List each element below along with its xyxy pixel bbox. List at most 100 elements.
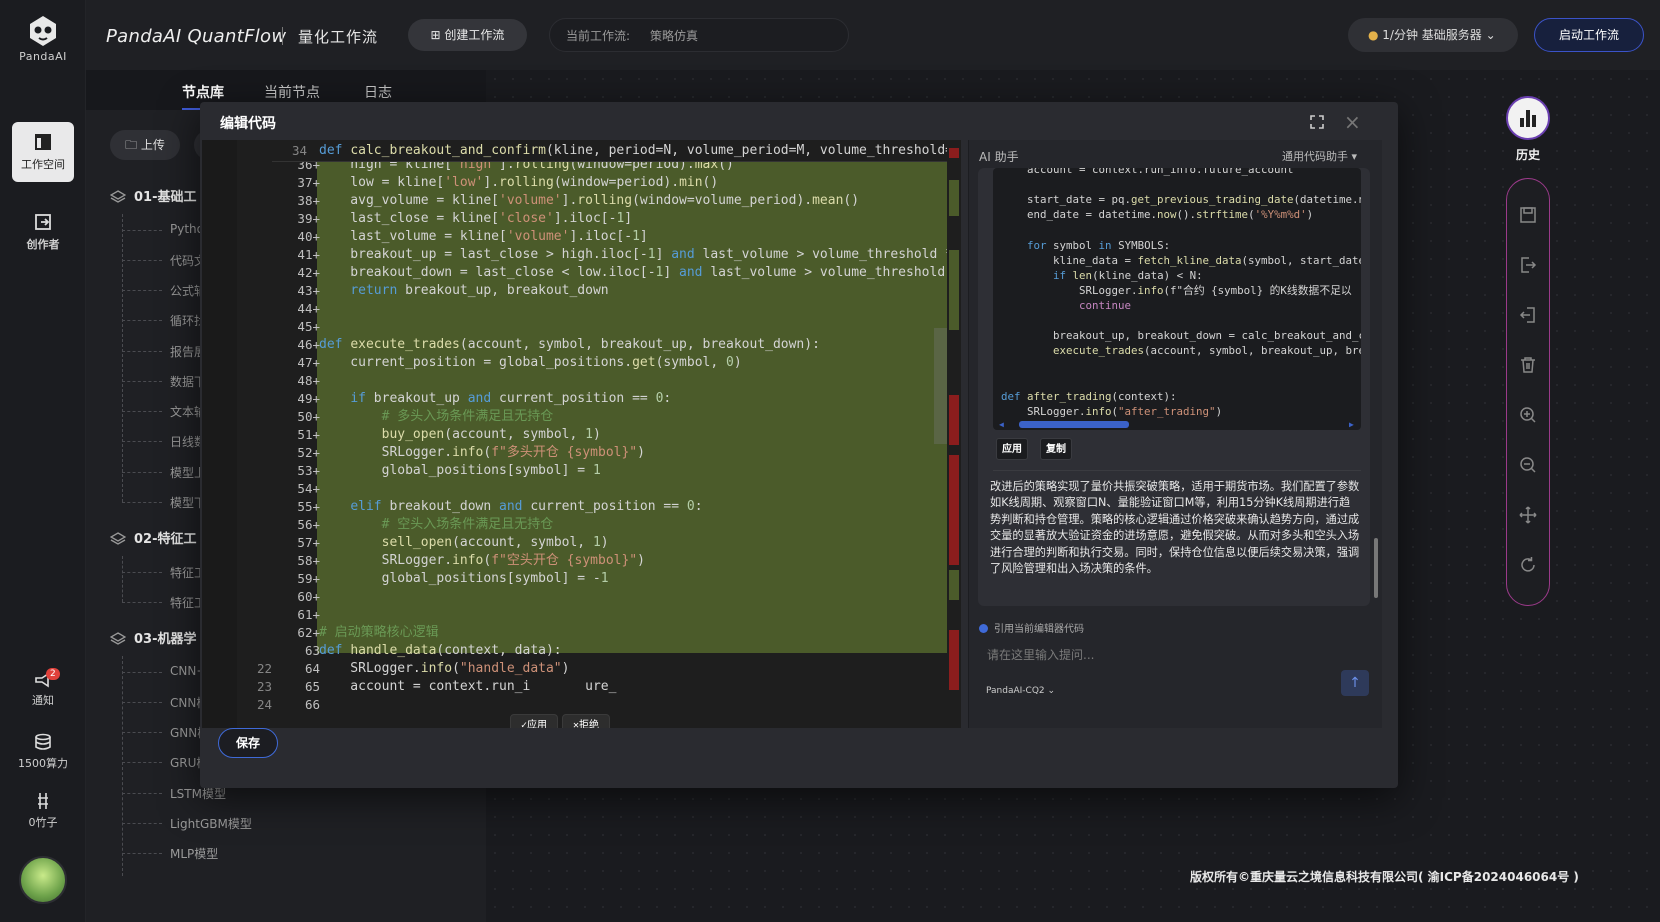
create-workflow-button[interactable]: ⊞ 创建工作流: [408, 19, 527, 51]
tree-leaf[interactable]: 报告展: [122, 343, 206, 360]
start-workflow-button[interactable]: 启动工作流: [1534, 18, 1644, 52]
nav-bamboo[interactable]: 0竹子: [12, 792, 74, 830]
plus-square-icon: ⊞: [430, 28, 445, 42]
tree-leaf[interactable]: CNN模: [122, 694, 208, 711]
history-button[interactable]: [1506, 96, 1550, 140]
upload-label: 上传: [140, 138, 165, 152]
tree-leaf[interactable]: 数据下: [122, 373, 206, 390]
ai-apply-button[interactable]: 应用: [996, 438, 1028, 460]
line-number: 59+: [297, 571, 320, 586]
code-line: current_position = global_positions.get(…: [319, 355, 742, 370]
zoom-out-icon[interactable]: [1519, 456, 1537, 474]
app-subtitle: 量化工作流: [298, 28, 379, 46]
line-number-original: 34: [291, 143, 307, 158]
nav-compute[interactable]: 1500算力: [12, 733, 74, 771]
tree-leaf[interactable]: 特征工: [122, 564, 206, 581]
title-divider: [282, 27, 283, 45]
notify-badge: 2: [46, 668, 60, 680]
tree-leaf[interactable]: 公式辅: [122, 282, 206, 299]
ai-explanation: 改进后的策略实现了量价共振突破策略，适用于期货市场。我们配置了参数如K线周期、观…: [990, 480, 1360, 576]
line-number: 42+: [297, 265, 320, 280]
line-number: 47+: [297, 355, 320, 370]
editor-minimap[interactable]: [947, 140, 961, 728]
database-icon: [35, 733, 51, 750]
line-number-original: 23: [256, 679, 272, 694]
tab-node-library[interactable]: 节点库: [182, 82, 224, 110]
minimap-mark: [949, 455, 959, 565]
code-line: SRLogger.info(f"多头开仓 {symbol}"): [319, 445, 645, 460]
save-button[interactable]: 保存: [218, 728, 278, 758]
ai-mode-label: 通用代码助手: [1282, 150, 1348, 163]
minimap-mark: [949, 250, 959, 330]
ai-question-input[interactable]: 请在这里输入提问...: [987, 646, 1094, 663]
line-number: 57+: [297, 535, 320, 550]
refresh-icon[interactable]: [1519, 556, 1537, 574]
ai-mode-select[interactable]: 通用代码助手 ▾: [1282, 148, 1357, 164]
delete-icon[interactable]: [1519, 356, 1537, 374]
user-avatar[interactable]: [19, 856, 67, 904]
nav-workspace[interactable]: 工作空间: [12, 122, 74, 182]
ai-code-line: kline_data = fetch_kline_data(symbol, st…: [1001, 253, 1361, 267]
tab-log[interactable]: 日志: [364, 82, 392, 102]
tree-leaf[interactable]: 文本输: [122, 403, 206, 420]
line-number: 38+: [297, 193, 320, 208]
code-line: def execute_trades(account, symbol, brea…: [319, 337, 820, 352]
fullscreen-icon[interactable]: [1310, 114, 1324, 133]
category-label: 02-特征工: [134, 532, 197, 547]
scroll-thumb[interactable]: [1374, 538, 1378, 598]
code-line: # 启动策略核心逻辑: [319, 625, 439, 640]
ai-code-block[interactable]: account = context.run_info.future_accoun…: [993, 168, 1361, 430]
tree-leaf[interactable]: 代码文: [122, 252, 206, 269]
line-number: 63: [304, 643, 320, 658]
code-line: return breakout_up, breakout_down: [350, 283, 609, 298]
category-basic-tools[interactable]: 01-基础工: [109, 186, 197, 205]
tree-leaf[interactable]: 日线数: [122, 433, 206, 450]
move-icon[interactable]: [1519, 506, 1537, 524]
import-icon[interactable]: [1519, 306, 1537, 324]
server-select[interactable]: ● 1/分钟 基础服务器 ⌄: [1348, 18, 1518, 52]
ai-code-line: SRLogger.info("after_trading"): [1001, 404, 1223, 418]
nav-bamboo-label: 0竹子: [28, 816, 58, 829]
tree-leaf[interactable]: 特征工: [122, 594, 206, 611]
upload-button[interactable]: 🗀 上传: [110, 130, 180, 160]
export-icon[interactable]: [1519, 256, 1537, 274]
tree-leaf[interactable]: LightGBM模型: [122, 815, 252, 832]
send-button[interactable]: ↑: [1341, 670, 1369, 696]
ai-scrollbar[interactable]: [1373, 168, 1379, 606]
tab-current-node[interactable]: 当前节点: [264, 82, 320, 102]
category-feature-engineering[interactable]: 02-特征工: [109, 528, 197, 547]
close-icon[interactable]: ×: [1344, 112, 1361, 132]
editor-vertical-scrollbar[interactable]: [934, 328, 947, 444]
nav-creator[interactable]: 创作者: [12, 212, 74, 252]
tree-leaf[interactable]: 模型下: [122, 494, 206, 511]
diff-actions: ✓应用 ✕拒绝: [510, 713, 614, 728]
diff-accept-button[interactable]: ✓应用: [510, 714, 559, 728]
line-number: 54+: [297, 481, 320, 496]
save-icon[interactable]: [1519, 206, 1537, 224]
ai-code-scrollbar[interactable]: [1019, 421, 1129, 428]
tree-leaf[interactable]: Pytho: [122, 222, 204, 236]
reference-editor-toggle[interactable]: 引用当前编辑器代码: [979, 620, 1084, 635]
current-workflow-prefix: 当前工作流:: [566, 29, 631, 43]
logo-text: PandaAI: [19, 50, 67, 63]
line-number: 44+: [297, 301, 320, 316]
tree-leaf[interactable]: GNN模: [122, 724, 209, 741]
model-label: PandaAI-CQ2: [986, 686, 1045, 696]
ai-title: AI 助手: [979, 150, 1019, 164]
ai-copy-button[interactable]: 复制: [1040, 438, 1072, 460]
scroll-left-icon[interactable]: ◀: [999, 420, 1004, 429]
ai-code-line: continue: [1079, 298, 1132, 312]
model-select[interactable]: PandaAI-CQ2 ⌄: [986, 686, 1055, 696]
zoom-in-icon[interactable]: [1519, 406, 1537, 424]
nav-notify[interactable]: 2 通知: [12, 668, 74, 708]
tree-leaf[interactable]: MLP模型: [122, 845, 218, 862]
diff-reject-button[interactable]: ✕拒绝: [562, 714, 611, 728]
tree-leaf[interactable]: 模型上: [122, 464, 206, 481]
tree-leaf[interactable]: GRU模: [122, 754, 208, 771]
tree-leaf[interactable]: CNN+: [122, 664, 206, 678]
category-machine-learning[interactable]: 03-机器学: [109, 628, 197, 647]
create-workflow-label: 创建工作流: [444, 28, 505, 42]
tree-leaf[interactable]: 循环找: [122, 312, 206, 329]
scroll-right-icon[interactable]: ▶: [1349, 420, 1354, 429]
code-editor[interactable]: def calc_breakout_and_confirm(kline, per…: [202, 140, 947, 728]
